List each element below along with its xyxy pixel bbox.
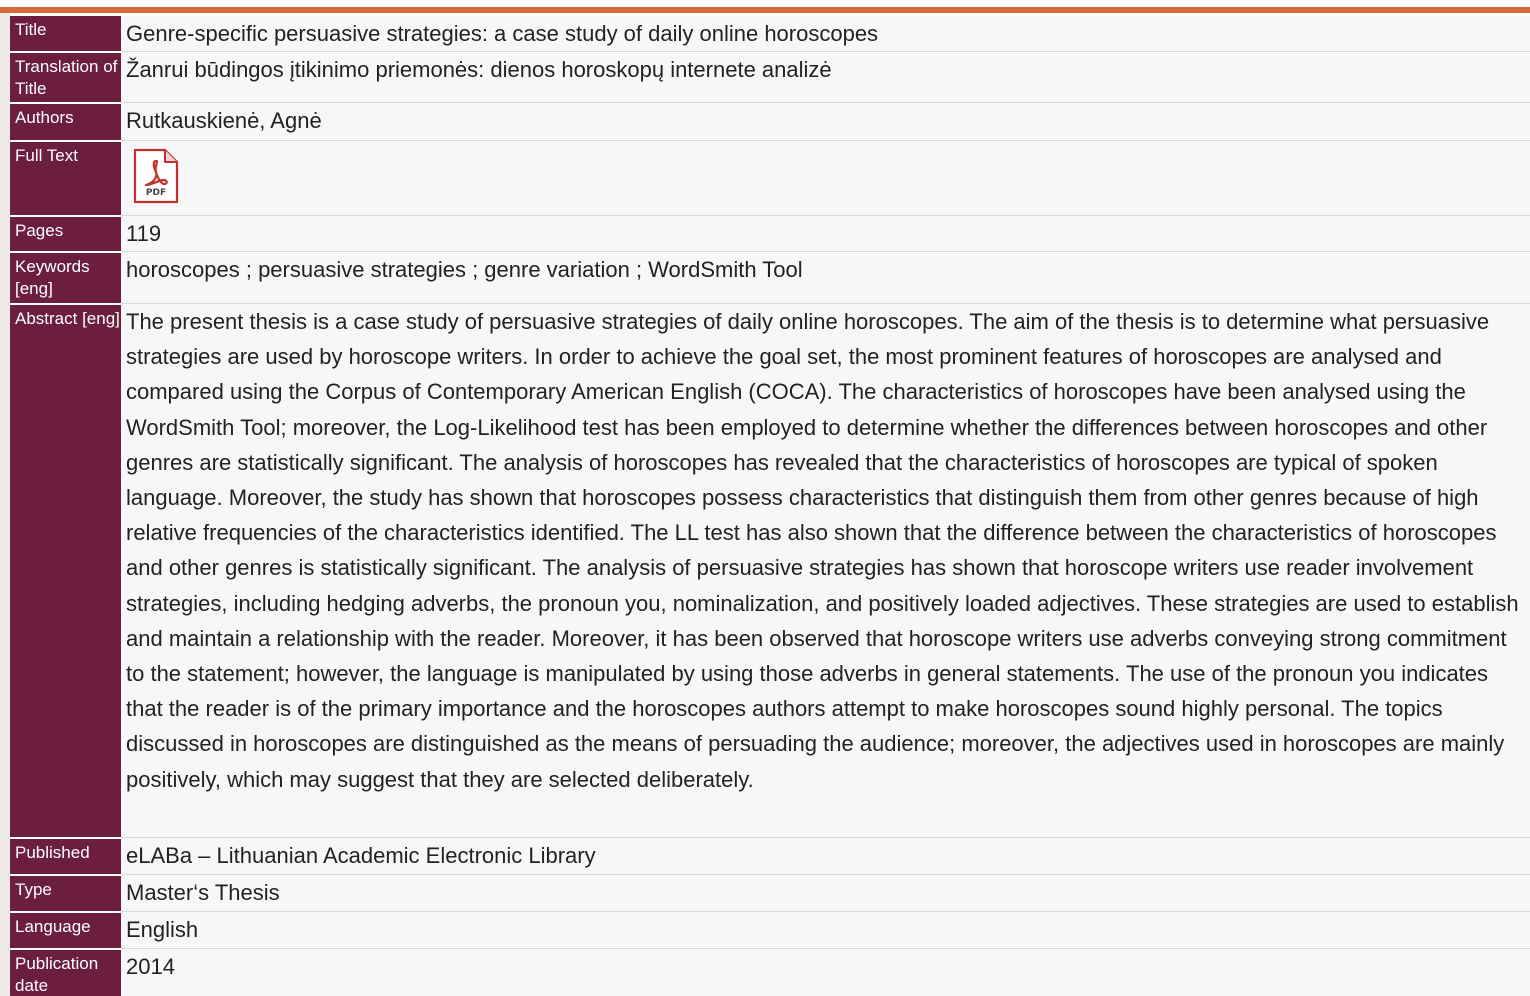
row-pubdate: Publication date 2014 (10, 948, 1530, 996)
value-pages: 119 (121, 215, 1530, 252)
label-authors: Authors (10, 102, 121, 142)
row-language: Language English (10, 911, 1530, 950)
label-translation: Translation of Title (10, 51, 121, 104)
row-keywords: Keywords [eng] horoscopes ; persuasive s… (10, 251, 1530, 305)
value-type: Master‘s Thesis (121, 874, 1530, 912)
row-translation: Translation of Title Žanrui būdingos įti… (10, 51, 1530, 104)
label-type: Type (10, 874, 121, 913)
accent-bar (0, 7, 1530, 13)
label-language: Language (10, 911, 121, 950)
row-published: Published eLABa – Lithuanian Academic El… (10, 837, 1530, 876)
row-abstract: Abstract [eng] The present thesis is a c… (10, 303, 1530, 839)
row-title: Title Genre-specific persuasive strategi… (10, 16, 1530, 53)
row-pages: Pages 119 (10, 215, 1530, 253)
label-fulltext: Full Text (10, 140, 121, 217)
label-keywords: Keywords [eng] (10, 251, 121, 305)
label-title: Title (10, 16, 121, 53)
value-keywords: horoscopes ; persuasive strategies ; gen… (121, 251, 1530, 304)
value-abstract: The present thesis is a case study of pe… (121, 303, 1530, 838)
pdf-icon-graphic: PDF (133, 148, 179, 204)
left-margin (0, 13, 10, 996)
label-published: Published (10, 837, 121, 876)
pdf-icon-text: PDF (146, 188, 166, 198)
row-authors: Authors Rutkauskienė, Agnė (10, 102, 1530, 142)
row-type: Type Master‘s Thesis (10, 874, 1530, 913)
value-published: eLABa – Lithuanian Academic Electronic L… (121, 837, 1530, 875)
label-pages: Pages (10, 215, 121, 253)
label-pubdate: Publication date (10, 948, 121, 996)
value-translation: Žanrui būdingos įtikinimo priemonės: die… (121, 51, 1530, 103)
row-fulltext: Full Text PDF (10, 140, 1530, 217)
value-fulltext: PDF (121, 140, 1530, 216)
pdf-file-icon[interactable]: PDF (132, 147, 180, 205)
metadata-table: Title Genre-specific persuasive strategi… (10, 16, 1530, 996)
value-language: English (121, 911, 1530, 949)
value-authors: Rutkauskienė, Agnė (121, 102, 1530, 141)
record-page: Title Genre-specific persuasive strategi… (0, 0, 1530, 996)
label-abstract: Abstract [eng] (10, 303, 121, 839)
value-title: Genre-specific persuasive strategies: a … (121, 16, 1530, 52)
value-pubdate: 2014 (121, 948, 1530, 996)
